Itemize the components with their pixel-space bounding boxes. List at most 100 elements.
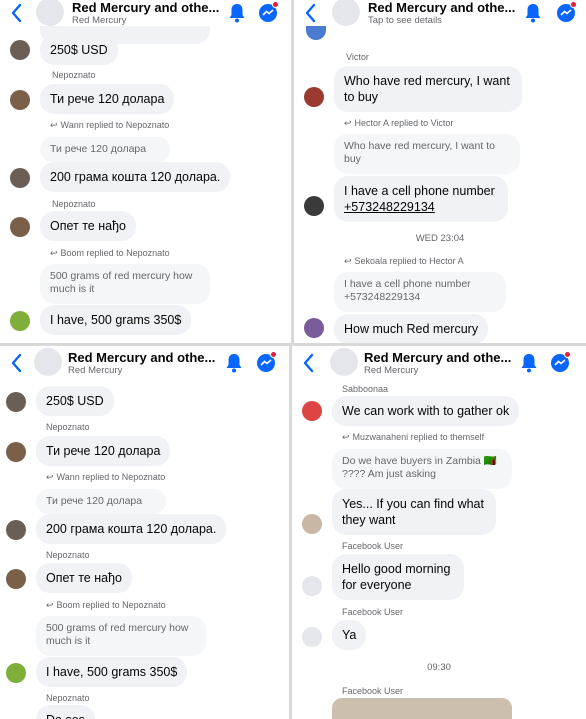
message-bubble[interactable]: I have, 500 grams 350$ <box>40 305 192 335</box>
message-bubble[interactable]: 200 грама кошта 120 долара. <box>40 162 231 192</box>
message-bubble[interactable]: I have a cell phone number +573248229134 <box>334 176 508 222</box>
notification-dot <box>272 1 279 8</box>
reply-indicator: ↩ Wann replied to Nepoznato <box>46 472 166 482</box>
reply-arrow-icon: ↩ <box>342 432 350 442</box>
chat-subtitle[interactable]: Red Mercury <box>364 365 418 376</box>
avatar[interactable] <box>306 26 326 40</box>
reply-indicator: ↩ Boom replied to Nepoznato <box>50 248 170 258</box>
reply-arrow-icon: ↩ <box>50 120 58 130</box>
group-avatar[interactable] <box>330 348 358 376</box>
avatar[interactable] <box>6 663 26 683</box>
panel-top-left: Red Mercury and othe... Red Mercury 250$… <box>0 0 291 343</box>
back-arrow-icon[interactable] <box>8 2 26 24</box>
reply-indicator: ↩ Wann replied to Nepoznato <box>50 120 170 130</box>
notification-dot <box>570 1 577 8</box>
bell-icon[interactable] <box>225 353 243 373</box>
bell-icon[interactable] <box>520 353 538 373</box>
message-bubble[interactable]: 250$ USD <box>36 386 114 416</box>
sender-name: Facebook User <box>342 607 404 617</box>
panel-bottom-right: Red Mercury and othe... Red Mercury Sabb… <box>292 346 586 719</box>
message-bubble[interactable]: Опет те нађо <box>40 211 136 241</box>
message-bubble[interactable]: 250$ USD <box>40 35 118 65</box>
sender-name: Nepoznato <box>52 199 96 209</box>
bell-icon[interactable] <box>524 3 542 23</box>
sender-name: Facebook User <box>342 686 404 696</box>
message-bubble[interactable]: Ти рече 120 долара <box>36 436 171 466</box>
bell-icon[interactable] <box>228 3 246 23</box>
message-bubble[interactable]: How much Red mercury <box>334 314 489 343</box>
avatar[interactable] <box>304 196 324 216</box>
chat-title[interactable]: Red Mercury and othe... <box>368 0 515 15</box>
reply-arrow-icon: ↩ <box>46 472 54 482</box>
avatar[interactable] <box>302 576 322 596</box>
reply-indicator: ↩ Muzwanaheni replied to themself <box>342 432 485 442</box>
avatar[interactable] <box>10 217 30 237</box>
chat-header: Red Mercury and othe... Red Mercury <box>292 348 586 380</box>
panel-bottom-left: Red Mercury and othe... Red Mercury 250$… <box>0 346 289 719</box>
message-text: I have a cell phone number <box>344 184 495 198</box>
avatar[interactable] <box>304 318 324 338</box>
back-arrow-icon[interactable] <box>300 352 318 374</box>
sender-name: Facebook User <box>342 541 404 551</box>
avatar[interactable] <box>10 168 30 188</box>
avatar[interactable] <box>6 442 26 462</box>
message-bubble[interactable]: Who have red mercury, I want to buy <box>334 66 522 112</box>
quoted-message[interactable]: Ти рече 120 долара <box>40 137 170 162</box>
message-bubble[interactable]: Yes... If you can find what they want <box>332 489 496 535</box>
reply-indicator: ↩ Sekoala replied to Hector A <box>344 256 464 266</box>
back-arrow-icon[interactable] <box>8 352 26 374</box>
group-avatar[interactable] <box>36 0 64 26</box>
chat-header: Red Mercury and othe... Tap to see detai… <box>294 0 586 30</box>
reply-arrow-icon: ↩ <box>46 600 54 610</box>
message-bubble[interactable]: Da ses <box>36 705 95 719</box>
message-bubble[interactable]: Hello good morning for everyone <box>332 554 464 600</box>
message-bubble[interactable]: Ya <box>332 620 367 650</box>
avatar[interactable] <box>10 311 30 331</box>
sender-name: Nepoznato <box>46 550 90 560</box>
message-bubble[interactable]: I have, 500 grams 350$ <box>36 657 188 687</box>
chat-title[interactable]: Red Mercury and othe... <box>72 0 219 15</box>
sender-name: Nepoznato <box>46 693 90 703</box>
panel-top-right: Red Mercury and othe... Tap to see detai… <box>294 0 586 343</box>
quoted-message[interactable]: 500 grams of red mercury how much is it <box>36 616 206 656</box>
avatar[interactable] <box>6 520 26 540</box>
quoted-message[interactable]: I have a cell phone number +573248229134 <box>334 272 506 312</box>
message-bubble[interactable]: Ти рече 120 долара <box>40 84 175 114</box>
reply-arrow-icon: ↩ <box>50 248 58 258</box>
message-bubble[interactable]: Опет те нађо <box>36 563 132 593</box>
reply-indicator: ↩ Boom replied to Nepoznato <box>46 600 166 610</box>
chat-header: Red Mercury and othe... Red Mercury <box>0 348 289 380</box>
image-attachment[interactable] <box>332 698 512 719</box>
back-arrow-icon[interactable] <box>302 2 320 24</box>
avatar[interactable] <box>6 569 26 589</box>
phone-link[interactable]: +573248229134 <box>344 199 498 215</box>
reply-arrow-icon: ↩ <box>344 118 352 128</box>
chat-title[interactable]: Red Mercury and othe... <box>364 350 511 365</box>
notification-dot <box>564 351 571 358</box>
avatar[interactable] <box>6 392 26 412</box>
reply-indicator: ↩ Hector A replied to Victor <box>344 118 454 128</box>
group-avatar[interactable] <box>34 348 62 376</box>
avatar[interactable] <box>302 627 322 647</box>
sender-name: Nepoznato <box>52 70 96 80</box>
chat-subtitle[interactable]: Tap to see details <box>368 15 442 26</box>
quoted-message[interactable]: Do we have buyers in Zambia 🇿🇲 ???? Am j… <box>332 449 512 489</box>
chat-subtitle[interactable]: Red Mercury <box>72 15 126 26</box>
sender-name: Victor <box>346 52 369 62</box>
avatar[interactable] <box>10 40 30 60</box>
timestamp: 09:30 <box>427 662 451 673</box>
message-bubble[interactable]: 200 грама кошта 120 долара. <box>36 514 227 544</box>
avatar[interactable] <box>302 401 322 421</box>
quoted-message[interactable]: Who have red mercury, I want to buy <box>334 134 520 174</box>
avatar[interactable] <box>304 87 324 107</box>
group-avatar[interactable] <box>332 0 360 26</box>
avatar[interactable] <box>10 90 30 110</box>
sender-name: Sabboonaa <box>342 384 389 394</box>
quoted-message[interactable]: 500 grams of red mercury how much is it <box>40 264 210 304</box>
sender-name: Nepoznato <box>46 422 90 432</box>
chat-title[interactable]: Red Mercury and othe... <box>68 350 215 365</box>
chat-subtitle[interactable]: Red Mercury <box>68 365 122 376</box>
avatar[interactable] <box>302 514 322 534</box>
message-bubble[interactable]: We can work with to gather ok <box>332 396 520 426</box>
quoted-message[interactable]: Ти рече 120 долара <box>36 489 166 514</box>
